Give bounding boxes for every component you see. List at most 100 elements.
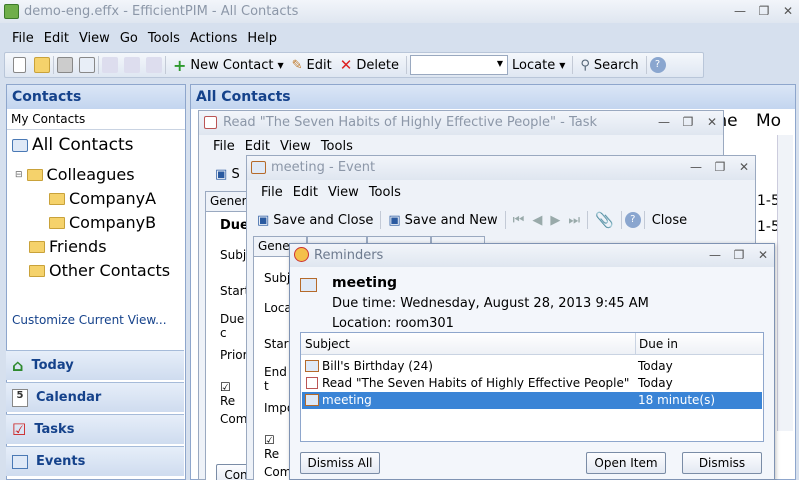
minimize-icon[interactable]: — <box>689 156 703 179</box>
menu-help[interactable]: Help <box>243 31 281 46</box>
task-save-button[interactable]: ▣ S <box>215 167 240 182</box>
close-icon[interactable]: ✕ <box>737 156 751 179</box>
previous-record-icon[interactable]: ◀ <box>528 213 546 228</box>
dismiss-button[interactable]: Dismiss <box>682 452 762 474</box>
event-menu-view[interactable]: View <box>324 185 363 200</box>
cut-icon[interactable] <box>102 57 118 73</box>
save-and-close-button[interactable]: ▣ Save and Close <box>253 213 377 228</box>
house-icon: ⌂ <box>12 356 24 375</box>
search-button[interactable]: ⚲ Search <box>576 58 642 73</box>
close-icon[interactable]: ✕ <box>781 0 795 23</box>
locate-input[interactable]: ▼ <box>410 55 509 75</box>
list-item[interactable]: Bill's Birthday (24) Today <box>302 358 762 375</box>
vertical-scrollbar[interactable] <box>777 135 793 431</box>
menu-tools[interactable]: Tools <box>144 31 184 46</box>
main-window-controls: — ❐ ✕ <box>733 0 795 23</box>
close-icon[interactable]: ✕ <box>756 244 770 267</box>
checkbox-checked-icon: ☑ <box>220 380 231 394</box>
print-icon[interactable] <box>57 57 73 73</box>
main-toolbar: + New Contact ▼ ✎ Edit ✕ Delete ▼ Locate ▼ … <box>4 52 704 78</box>
column-header-subject[interactable]: Subject <box>305 333 350 355</box>
restore-icon[interactable]: ❐ <box>757 0 771 23</box>
menu-actions[interactable]: Actions <box>186 31 242 46</box>
tree-item-company-a[interactable]: CompanyA <box>49 189 156 208</box>
reminder-subject: meeting <box>332 275 398 291</box>
restore-icon[interactable]: ❐ <box>732 244 746 267</box>
dismiss-all-button[interactable]: Dismiss All <box>300 452 380 474</box>
close-icon[interactable]: ✕ <box>705 111 719 134</box>
tree-item-other-contacts[interactable]: Other Contacts <box>29 261 170 280</box>
new-contact-button[interactable]: + New Contact ▼ <box>169 56 288 75</box>
list-header: Subject Due in <box>301 333 763 355</box>
open-folder-icon[interactable] <box>34 57 50 73</box>
customize-view-link[interactable]: Customize Current View... <box>12 313 167 327</box>
save-and-new-button[interactable]: ▣ Save and New <box>384 213 501 228</box>
minimize-icon[interactable]: — <box>733 0 747 23</box>
alarm-clock-icon <box>294 247 309 262</box>
menu-view[interactable]: View <box>75 31 114 46</box>
menu-edit[interactable]: Edit <box>40 31 73 46</box>
tree-item-all-contacts[interactable]: All Contacts <box>12 135 133 155</box>
task-menu-tools[interactable]: Tools <box>317 139 357 154</box>
event-toolbar: ▣ Save and Close ▣ Save and New ⏮ ◀ ▶ ⏭ 📎 … <box>253 208 693 232</box>
event-grid-icon <box>251 161 266 174</box>
paste-icon[interactable] <box>146 57 162 73</box>
column-header-due-in[interactable]: Due in <box>639 333 678 355</box>
reminders-window-controls: — ❐ ✕ <box>708 244 770 267</box>
folder-icon <box>26 168 43 181</box>
event-title-bar: meeting - Event — ❐ ✕ <box>247 156 755 180</box>
nav-events[interactable]: Events <box>6 446 184 476</box>
checkbox-checked-icon: ☑ <box>264 433 275 447</box>
nav-tasks[interactable]: ☑ Tasks <box>6 414 184 444</box>
new-document-icon[interactable] <box>13 57 26 73</box>
list-item[interactable]: Read "The Seven Habits of Highly Effecti… <box>302 375 762 392</box>
restore-icon[interactable]: ❐ <box>681 111 695 134</box>
tree-item-colleagues[interactable]: ⊟ Colleagues <box>15 165 135 184</box>
task-title-bar: Read "The Seven Habits of Highly Effecti… <box>199 111 723 135</box>
save-new-icon: ▣ <box>388 212 401 228</box>
main-menubar: File Edit View Go Tools Actions Help <box>8 27 281 49</box>
help-icon[interactable]: ? <box>624 212 641 228</box>
first-record-icon[interactable]: ⏮ <box>509 213 529 228</box>
minimize-icon[interactable]: — <box>708 244 722 267</box>
event-menu-tools[interactable]: Tools <box>365 185 405 200</box>
event-menu-edit[interactable]: Edit <box>289 185 322 200</box>
nav-today[interactable]: ⌂ Today <box>6 350 184 380</box>
preview-icon[interactable] <box>79 57 95 73</box>
folder-icon <box>29 264 45 277</box>
nav-calendar[interactable]: 5 Calendar <box>6 382 184 412</box>
app-icon <box>4 4 19 19</box>
locate-button[interactable]: Locate ▼ <box>508 58 569 73</box>
last-record-icon[interactable]: ⏭ <box>564 213 584 228</box>
minimize-icon[interactable]: — <box>657 111 671 134</box>
event-menu-file[interactable]: File <box>257 185 287 200</box>
open-item-button[interactable]: Open Item <box>586 452 666 474</box>
event-close-button[interactable]: Close <box>648 213 691 228</box>
task-check-icon <box>204 116 217 129</box>
task-menu-file[interactable]: File <box>209 139 239 154</box>
task-field-due-date-label: Due c <box>220 312 245 340</box>
menu-go[interactable]: Go <box>116 31 142 46</box>
help-icon[interactable]: ? <box>649 57 666 73</box>
task-title: Read "The Seven Habits of Highly Effecti… <box>223 115 598 130</box>
task-menu-view[interactable]: View <box>276 139 315 154</box>
attachment-icon[interactable]: 📎 <box>591 211 618 229</box>
event-reminder-checkbox[interactable]: ☑ Re <box>264 433 292 461</box>
folder-icon <box>49 192 65 205</box>
restore-icon[interactable]: ❐ <box>713 156 727 179</box>
next-record-icon[interactable]: ▶ <box>546 213 564 228</box>
collapse-icon[interactable]: ⊟ <box>15 170 23 180</box>
copy-icon[interactable] <box>124 57 140 73</box>
edit-button[interactable]: ✎ Edit <box>288 58 336 73</box>
task-reminder-checkbox[interactable]: ☑ Re <box>220 380 249 408</box>
delete-button[interactable]: ✕ Delete <box>336 56 403 74</box>
event-grid-icon <box>300 278 317 292</box>
task-check-icon: ☑ <box>12 420 27 439</box>
event-grid-icon <box>305 360 319 372</box>
list-item-selected[interactable]: meeting 18 minute(s) <box>302 392 762 409</box>
tree-item-friends[interactable]: Friends <box>29 237 107 256</box>
menu-file[interactable]: File <box>8 31 38 46</box>
reminders-dialog: Reminders — ❐ ✕ meeting Due time: Wednesda… <box>289 243 775 480</box>
tree-item-company-b[interactable]: CompanyB <box>49 213 156 232</box>
task-menu-edit[interactable]: Edit <box>241 139 274 154</box>
